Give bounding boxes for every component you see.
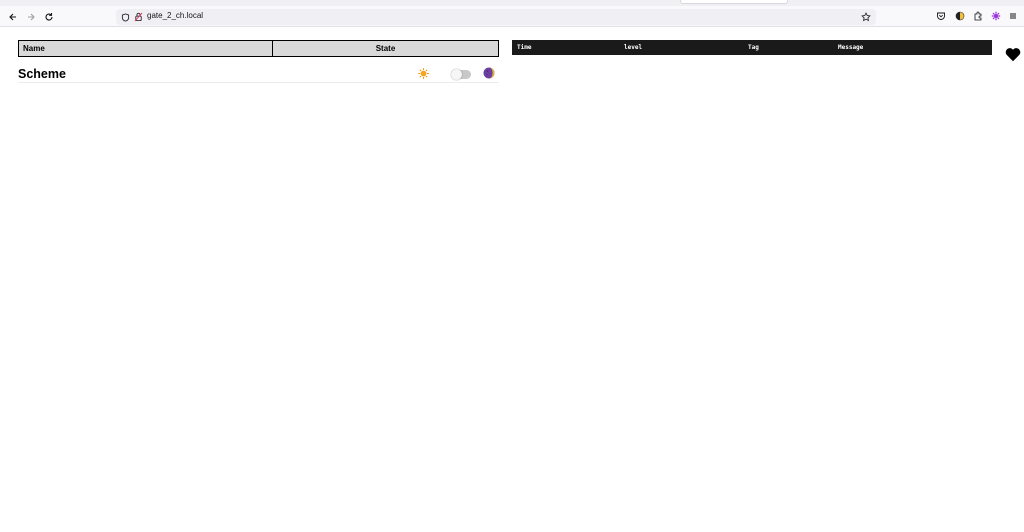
reload-button[interactable]: [41, 9, 57, 25]
state-table: Name State: [18, 40, 499, 57]
heart-icon[interactable]: [1005, 47, 1021, 62]
menu-icon[interactable]: [1006, 9, 1020, 23]
url-text[interactable]: gate_2_ch.local: [147, 11, 203, 20]
scheme-row: Scheme: [18, 64, 499, 83]
scheme-title: Scheme: [18, 67, 66, 81]
tab-strip-edge: [680, 0, 788, 4]
shield-icon[interactable]: [120, 12, 130, 22]
back-arrow-icon: [9, 13, 16, 21]
log-header-tag: Tag: [748, 44, 759, 51]
toggle-knob[interactable]: [451, 69, 462, 80]
log-header-level: level: [624, 44, 643, 51]
log-table-header: Time level Tag Message: [512, 40, 992, 55]
back-button[interactable]: [5, 9, 21, 25]
url-bar[interactable]: gate_2_ch.local: [116, 9, 876, 25]
dark-reader-extension-icon[interactable]: [953, 9, 967, 23]
forward-button[interactable]: [23, 9, 39, 25]
bookmark-star-icon[interactable]: [861, 12, 871, 22]
browser-toolbar: gate_2_ch.local: [0, 6, 1024, 27]
purple-extension-icon[interactable]: [989, 9, 1003, 23]
forward-arrow-icon: [28, 13, 35, 21]
sun-icon: [418, 68, 429, 79]
pocket-icon[interactable]: [934, 9, 948, 23]
insecure-lock-icon[interactable]: [133, 12, 143, 22]
moon-icon: [483, 67, 495, 79]
log-header-time: Time: [517, 44, 532, 51]
state-table-header-state: State: [272, 40, 499, 57]
extensions-puzzle-icon[interactable]: [971, 9, 985, 23]
state-table-header-name: Name: [18, 40, 273, 57]
reload-icon: [45, 13, 53, 21]
log-header-message: Message: [838, 44, 864, 51]
scheme-toggle[interactable]: [451, 69, 471, 80]
